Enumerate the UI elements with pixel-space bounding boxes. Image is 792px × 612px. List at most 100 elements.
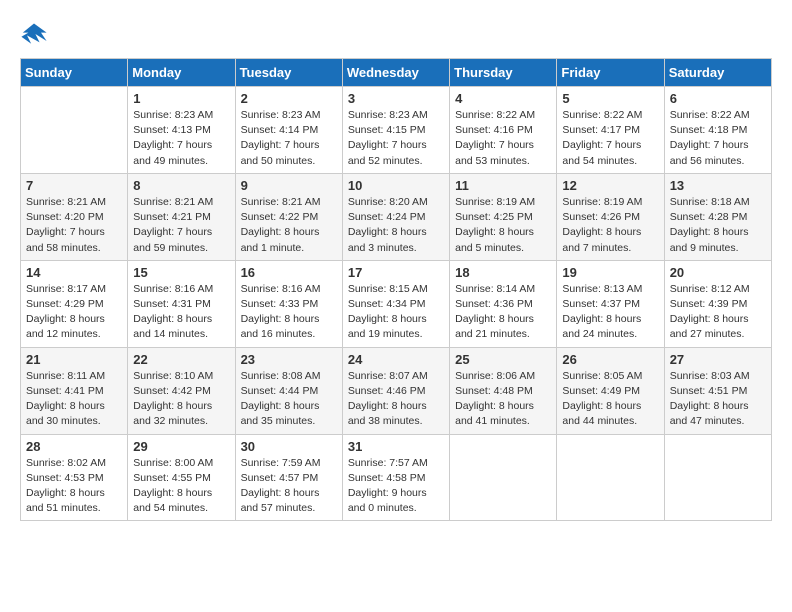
calendar-week-row: 21 Sunrise: 8:11 AMSunset: 4:41 PMDayligh… (21, 347, 772, 434)
day-info: Sunrise: 8:23 AMSunset: 4:14 PMDaylight:… (241, 108, 337, 169)
day-info: Sunrise: 8:14 AMSunset: 4:36 PMDaylight:… (455, 282, 551, 343)
day-number: 4 (455, 91, 551, 106)
day-info: Sunrise: 7:57 AMSunset: 4:58 PMDaylight:… (348, 456, 444, 517)
calendar-cell: 2Sunrise: 8:23 AMSunset: 4:14 PMDaylight… (235, 87, 342, 174)
calendar-header-sunday: Sunday (21, 59, 128, 87)
day-number: 26 (562, 352, 658, 367)
day-info: Sunrise: 8:08 AMSunset: 4:44 PMDaylight:… (241, 369, 337, 430)
calendar-cell: 1 Sunrise: 8:23 AMSunset: 4:13 PMDaylight… (128, 87, 235, 174)
day-info: Sunrise: 8:19 AMSunset: 4:25 PMDaylight:… (455, 195, 551, 256)
day-number: 11 (455, 178, 551, 193)
calendar-cell: 3 Sunrise: 8:23 AMSunset: 4:15 PMDaylight… (342, 87, 449, 174)
day-info: Sunrise: 8:13 AMSunset: 4:37 PMDaylight:… (562, 282, 658, 343)
calendar-cell: 12 Sunrise: 8:19 AMSunset: 4:26 PMDayligh… (557, 173, 664, 260)
day-number: 30 (241, 439, 337, 454)
day-info: Sunrise: 8:22 AMSunset: 4:18 PMDaylight:… (670, 108, 766, 169)
calendar-header-saturday: Saturday (664, 59, 771, 87)
calendar-cell: 31 Sunrise: 7:57 AMSunset: 4:58 PMDayligh… (342, 434, 449, 521)
day-number: 14 (26, 265, 122, 280)
day-info: Sunrise: 8:15 AMSunset: 4:34 PMDaylight:… (348, 282, 444, 343)
day-info: Sunrise: 8:12 AMSunset: 4:39 PMDaylight:… (670, 282, 766, 343)
day-info: Sunrise: 8:06 AMSunset: 4:48 PMDaylight:… (455, 369, 551, 430)
calendar-cell: 10 Sunrise: 8:20 AMSunset: 4:24 PMDayligh… (342, 173, 449, 260)
day-number: 12 (562, 178, 658, 193)
day-info: Sunrise: 8:22 AMSunset: 4:16 PMDaylight:… (455, 108, 551, 169)
day-number: 18 (455, 265, 551, 280)
day-info: Sunrise: 7:59 AMSunset: 4:57 PMDaylight:… (241, 456, 337, 517)
calendar-cell: 6 Sunrise: 8:22 AMSunset: 4:18 PMDaylight… (664, 87, 771, 174)
calendar-cell: 29Sunrise: 8:00 AMSunset: 4:55 PMDayligh… (128, 434, 235, 521)
day-number: 25 (455, 352, 551, 367)
day-number: 16 (241, 265, 337, 280)
calendar-cell: 20 Sunrise: 8:12 AMSunset: 4:39 PMDayligh… (664, 260, 771, 347)
day-info: Sunrise: 8:21 AMSunset: 4:20 PMDaylight:… (26, 195, 122, 256)
logo (20, 20, 52, 48)
day-number: 24 (348, 352, 444, 367)
day-number: 31 (348, 439, 444, 454)
calendar-cell: 24 Sunrise: 8:07 AMSunset: 4:46 PMDayligh… (342, 347, 449, 434)
day-info: Sunrise: 8:20 AMSunset: 4:24 PMDaylight:… (348, 195, 444, 256)
calendar-cell: 13 Sunrise: 8:18 AMSunset: 4:28 PMDayligh… (664, 173, 771, 260)
day-info: Sunrise: 8:05 AMSunset: 4:49 PMDaylight:… (562, 369, 658, 430)
calendar-table: SundayMondayTuesdayWednesdayThursdayFrid… (20, 58, 772, 521)
day-number: 20 (670, 265, 766, 280)
day-info: Sunrise: 8:22 AMSunset: 4:17 PMDaylight:… (562, 108, 658, 169)
calendar-cell: 26 Sunrise: 8:05 AMSunset: 4:49 PMDayligh… (557, 347, 664, 434)
calendar-cell: 17 Sunrise: 8:15 AMSunset: 4:34 PMDayligh… (342, 260, 449, 347)
calendar-cell: 25 Sunrise: 8:06 AMSunset: 4:48 PMDayligh… (450, 347, 557, 434)
day-number: 9 (241, 178, 337, 193)
calendar-cell: 23 Sunrise: 8:08 AMSunset: 4:44 PMDayligh… (235, 347, 342, 434)
day-number: 29 (133, 439, 229, 454)
calendar-cell (557, 434, 664, 521)
calendar-cell: 8Sunrise: 8:21 AMSunset: 4:21 PMDaylight… (128, 173, 235, 260)
day-number: 15 (133, 265, 229, 280)
day-number: 17 (348, 265, 444, 280)
calendar-cell: 21 Sunrise: 8:11 AMSunset: 4:41 PMDayligh… (21, 347, 128, 434)
calendar-cell: 30 Sunrise: 7:59 AMSunset: 4:57 PMDayligh… (235, 434, 342, 521)
calendar-header-wednesday: Wednesday (342, 59, 449, 87)
calendar-cell: 19 Sunrise: 8:13 AMSunset: 4:37 PMDayligh… (557, 260, 664, 347)
day-info: Sunrise: 8:11 AMSunset: 4:41 PMDaylight:… (26, 369, 122, 430)
day-number: 3 (348, 91, 444, 106)
calendar-cell (664, 434, 771, 521)
day-number: 7 (26, 178, 122, 193)
day-number: 27 (670, 352, 766, 367)
day-number: 28 (26, 439, 122, 454)
day-number: 1 (133, 91, 229, 106)
calendar-cell: 18 Sunrise: 8:14 AMSunset: 4:36 PMDayligh… (450, 260, 557, 347)
calendar-cell (21, 87, 128, 174)
day-info: Sunrise: 8:21 AMSunset: 4:22 PMDaylight:… (241, 195, 337, 256)
day-number: 19 (562, 265, 658, 280)
day-info: Sunrise: 8:23 AMSunset: 4:15 PMDaylight:… (348, 108, 444, 169)
calendar-header-monday: Monday (128, 59, 235, 87)
calendar-header-row: SundayMondayTuesdayWednesdayThursdayFrid… (21, 59, 772, 87)
calendar-cell (450, 434, 557, 521)
day-number: 22 (133, 352, 229, 367)
day-number: 21 (26, 352, 122, 367)
calendar-cell: 11 Sunrise: 8:19 AMSunset: 4:25 PMDayligh… (450, 173, 557, 260)
day-info: Sunrise: 8:17 AMSunset: 4:29 PMDaylight:… (26, 282, 122, 343)
calendar-week-row: 14 Sunrise: 8:17 AMSunset: 4:29 PMDayligh… (21, 260, 772, 347)
day-info: Sunrise: 8:02 AMSunset: 4:53 PMDaylight:… (26, 456, 122, 517)
day-info: Sunrise: 8:03 AMSunset: 4:51 PMDaylight:… (670, 369, 766, 430)
calendar-cell: 15 Sunrise: 8:16 AMSunset: 4:31 PMDayligh… (128, 260, 235, 347)
logo-bird-icon (20, 20, 48, 48)
day-number: 13 (670, 178, 766, 193)
calendar-header-tuesday: Tuesday (235, 59, 342, 87)
day-info: Sunrise: 8:18 AMSunset: 4:28 PMDaylight:… (670, 195, 766, 256)
day-number: 10 (348, 178, 444, 193)
day-info: Sunrise: 8:16 AMSunset: 4:33 PMDaylight:… (241, 282, 337, 343)
day-info: Sunrise: 8:23 AMSunset: 4:13 PMDaylight:… (133, 108, 229, 169)
day-number: 8 (133, 178, 229, 193)
calendar-cell: 5Sunrise: 8:22 AMSunset: 4:17 PMDaylight… (557, 87, 664, 174)
day-number: 23 (241, 352, 337, 367)
calendar-week-row: 1 Sunrise: 8:23 AMSunset: 4:13 PMDaylight… (21, 87, 772, 174)
calendar-week-row: 7 Sunrise: 8:21 AMSunset: 4:20 PMDaylight… (21, 173, 772, 260)
day-info: Sunrise: 8:16 AMSunset: 4:31 PMDaylight:… (133, 282, 229, 343)
day-info: Sunrise: 8:19 AMSunset: 4:26 PMDaylight:… (562, 195, 658, 256)
calendar-cell: 9 Sunrise: 8:21 AMSunset: 4:22 PMDaylight… (235, 173, 342, 260)
calendar-cell: 16 Sunrise: 8:16 AMSunset: 4:33 PMDayligh… (235, 260, 342, 347)
day-number: 6 (670, 91, 766, 106)
day-info: Sunrise: 8:10 AMSunset: 4:42 PMDaylight:… (133, 369, 229, 430)
day-info: Sunrise: 8:07 AMSunset: 4:46 PMDaylight:… (348, 369, 444, 430)
